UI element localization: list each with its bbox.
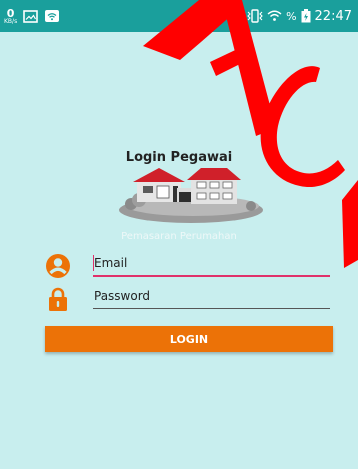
watermark-a-crossbar xyxy=(210,44,252,76)
page-title: Login Pegawai xyxy=(125,150,233,165)
net-speed-indicator: 0 KB/s xyxy=(4,8,17,25)
status-time: 22:47 xyxy=(314,8,352,24)
vibrate-icon xyxy=(247,9,263,23)
watermark-edge-stroke xyxy=(342,180,358,268)
battery-percent: % xyxy=(286,9,297,23)
net-speed-unit: KB/s xyxy=(4,17,18,25)
watermark-c-stroke xyxy=(260,66,345,188)
net-speed-value: 0 xyxy=(6,6,15,20)
password-field[interactable] xyxy=(93,285,330,307)
wifi-notification-icon xyxy=(44,9,60,23)
wifi-signal-icon xyxy=(267,10,282,22)
battery-icon xyxy=(301,9,311,23)
password-row xyxy=(45,285,331,311)
house-illustration xyxy=(119,168,263,223)
email-underline xyxy=(93,275,330,277)
status-right-group: % 22:47 xyxy=(247,0,352,32)
email-field[interactable] xyxy=(93,252,330,274)
image-notification-icon xyxy=(23,9,39,23)
user-icon xyxy=(46,254,70,278)
password-underline xyxy=(93,308,330,309)
page-subtitle: Pemasaran Perumahan xyxy=(121,231,237,242)
email-row xyxy=(45,252,331,278)
status-bar: 0 KB/s % 22:47 xyxy=(0,0,358,32)
status-left-group: 0 KB/s xyxy=(4,5,60,27)
lock-icon xyxy=(49,287,67,311)
text-cursor xyxy=(93,255,94,271)
login-button[interactable]: LOGIN xyxy=(45,326,333,352)
